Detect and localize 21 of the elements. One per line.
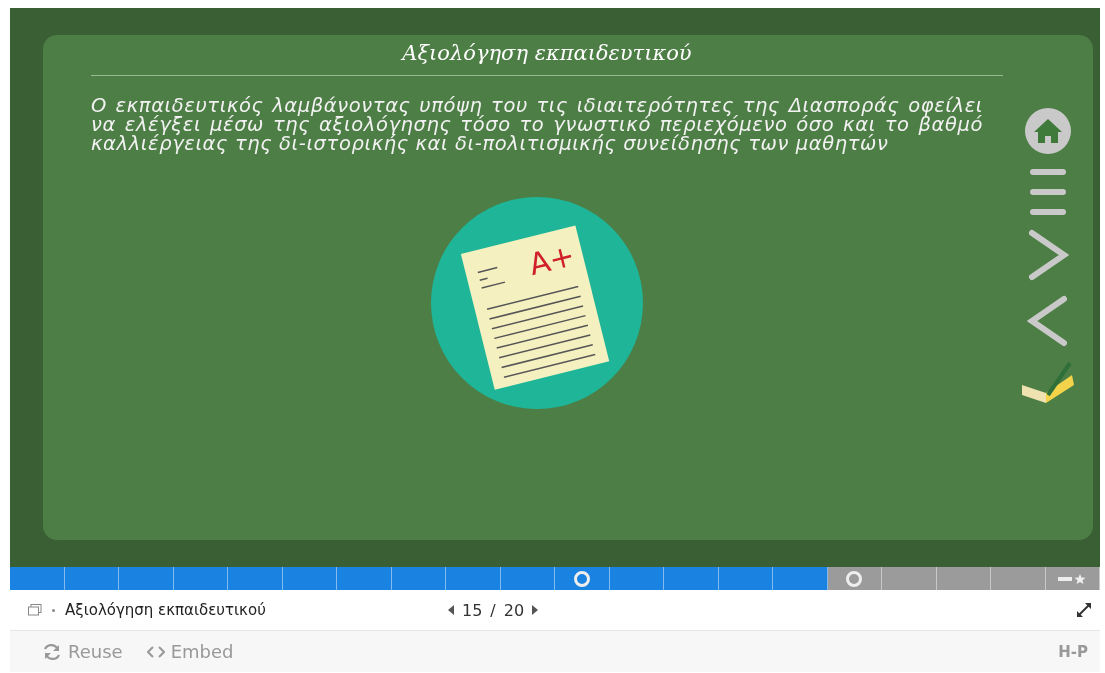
task-marker-icon[interactable]	[573, 570, 590, 587]
current-slide-title: Αξιολόγηση εκπαιδευτικού	[65, 601, 266, 619]
slide-title: Αξιολόγηση εκπαιδευτικού	[399, 41, 693, 65]
current-slide-number: 15	[462, 600, 483, 620]
refresh-icon	[42, 641, 62, 662]
bullet-icon	[52, 608, 55, 612]
home-icon[interactable]	[1024, 107, 1072, 155]
page-separator: /	[490, 600, 496, 620]
fullscreen-icon[interactable]	[1076, 602, 1092, 618]
embed-button[interactable]: Embed	[144, 639, 236, 664]
summary-star-icon[interactable]	[1058, 573, 1087, 584]
h5p-logo: H-P	[1058, 642, 1088, 661]
task-marker-icon[interactable]	[846, 570, 863, 587]
code-brackets-icon	[146, 645, 165, 658]
previous-slide-icon[interactable]	[448, 605, 454, 615]
reuse-button[interactable]: Reuse	[40, 639, 125, 664]
slides-icon[interactable]	[28, 604, 42, 616]
total-slides: 20	[503, 600, 525, 620]
next-slide-icon[interactable]	[532, 605, 539, 615]
graded-paper-drawing: A+	[431, 197, 643, 409]
slide-text: Ο εκπαιδευτικός λαμβάνοντας υπόψη του τις ιδιαιτερότητες της Διασποράς οφείλει να ελέγξει μέσω της αξιολόγησης τόσο το γνωστικό περιεχόμενο όσο και το βαθμό καλλιέργειας της δι-ιστορικής και δι-πολιτισμικής συνείδησης των μαθητών	[91, 96, 983, 153]
